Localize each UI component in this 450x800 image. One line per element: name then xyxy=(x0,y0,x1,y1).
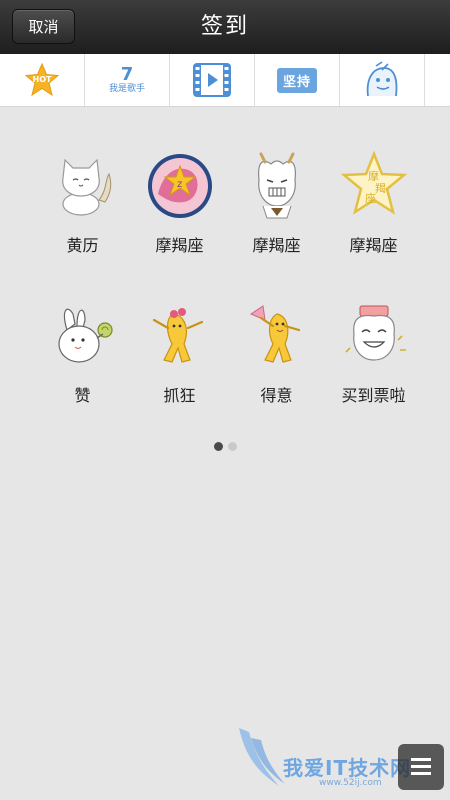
banana-fan-icon xyxy=(249,305,300,363)
doodle-face-icon xyxy=(366,61,398,97)
sticker-item[interactable]: 赞 xyxy=(34,300,131,450)
seven-logo-icon: 7 我是歌手 xyxy=(108,64,145,95)
sticker-label: 抓狂 xyxy=(163,386,196,405)
rabbit-thumbs-up-icon xyxy=(57,308,113,363)
tab-doodle[interactable] xyxy=(340,54,425,106)
page-dot-active[interactable] xyxy=(213,442,223,451)
svg-text:摩: 摩 xyxy=(368,169,379,183)
film-icon xyxy=(193,63,231,97)
page-dot[interactable] xyxy=(227,442,237,451)
sticker-item[interactable]: 黄历 xyxy=(34,150,131,300)
capricorn-gold-star-icon: 摩 羯 座 xyxy=(340,150,407,215)
sticker-item[interactable]: 买到票啦 xyxy=(325,300,422,450)
capricorn-circle-icon: z xyxy=(147,154,212,218)
tab-overflow xyxy=(425,54,450,106)
tab-hot[interactable]: HOT xyxy=(0,54,85,106)
tab-ad-label: 我是歌手 xyxy=(108,84,145,94)
tab-ad[interactable]: 7 我是歌手 xyxy=(85,54,170,106)
sticker-item[interactable]: 摩羯座 xyxy=(228,150,325,300)
horned-cat-icon xyxy=(257,152,296,219)
tab-video[interactable] xyxy=(170,54,255,106)
svg-text:羯: 羯 xyxy=(375,181,386,195)
sticker-item[interactable]: 摩 羯 座 摩羯座 xyxy=(325,150,422,300)
floating-menu-button[interactable] xyxy=(398,744,444,790)
sticker-row: 黄历 z 摩羯座 摩羯座 摩 羯 座 摩羯座 xyxy=(34,150,424,300)
hot-star-icon: HOT xyxy=(24,62,60,98)
jianchi-badge-icon: 坚持 xyxy=(276,67,317,93)
sticker-row: 赞 抓狂 得意 买到票啦 xyxy=(34,300,424,450)
white-cat-meditating-icon xyxy=(61,158,111,216)
sticker-label: 黄历 xyxy=(66,236,99,255)
title-bar: 取消 签到 xyxy=(0,0,450,54)
watermark-url: www.52ij.com xyxy=(319,778,382,788)
sticker-label: 得意 xyxy=(260,386,293,405)
sticker-item[interactable]: 得意 xyxy=(228,300,325,450)
menu-icon xyxy=(411,758,431,775)
svg-text:z: z xyxy=(177,179,182,190)
sticker-label: 赞 xyxy=(74,386,91,405)
tab-jianchi[interactable]: 坚持 xyxy=(255,54,340,106)
banana-dancer-icon xyxy=(152,308,203,363)
page-indicator xyxy=(0,442,450,451)
sticker-label: 摩羯座 xyxy=(349,236,398,255)
sticker-item[interactable]: z 摩羯座 xyxy=(131,150,228,300)
sticker-label: 摩羯座 xyxy=(252,236,301,255)
sticker-label: 买到票啦 xyxy=(341,386,406,405)
cat-ticket-icon xyxy=(344,305,406,361)
sticker-grid: 黄历 z 摩羯座 摩羯座 摩 羯 座 摩羯座 赞 抓狂 得意 买到票啦 xyxy=(34,150,424,450)
svg-text:座: 座 xyxy=(365,191,376,205)
sticker-item[interactable]: 抓狂 xyxy=(131,300,228,450)
sticker-label: 摩羯座 xyxy=(155,236,204,255)
sticker-category-tabs: HOT 7 我是歌手 坚持 xyxy=(0,54,450,107)
cancel-button[interactable]: 取消 xyxy=(12,9,75,44)
watermark-text: 我爱IT技术网 xyxy=(283,756,412,780)
